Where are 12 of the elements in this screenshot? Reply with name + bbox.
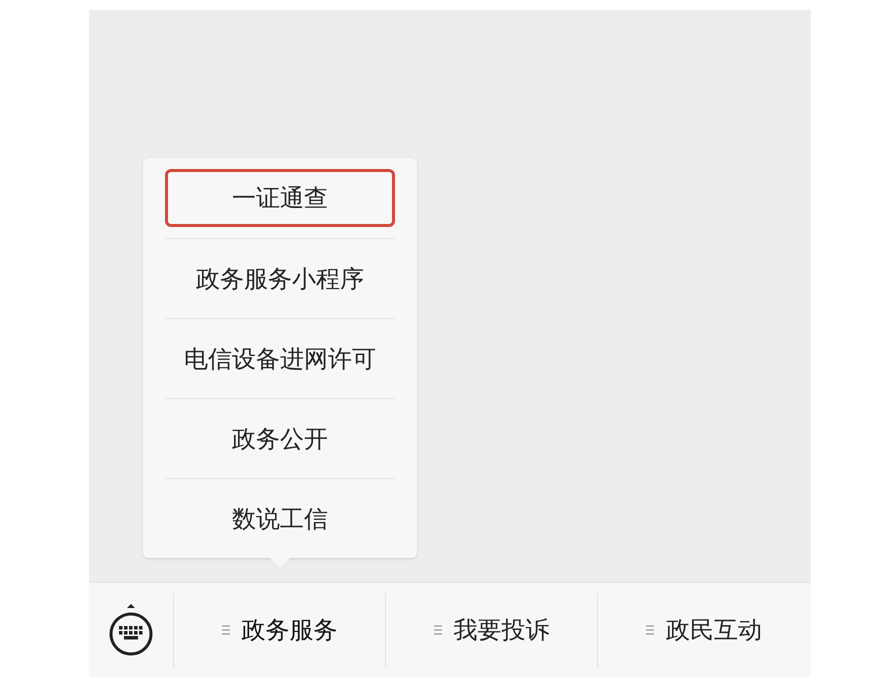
- menu-tab[interactable]: 政民互动: [598, 592, 810, 668]
- menu-tab[interactable]: 我要投诉: [386, 592, 598, 668]
- menu-icon: [646, 625, 654, 635]
- submenu-item[interactable]: 政务公开: [165, 410, 395, 468]
- submenu-item[interactable]: 数说工信: [165, 490, 395, 548]
- menu-icon: [434, 625, 442, 635]
- submenu-item[interactable]: 一证通查: [165, 169, 395, 227]
- menu-tab[interactable]: 政务服务: [174, 592, 386, 668]
- submenu-item[interactable]: 电信设备进网许可: [165, 330, 395, 388]
- submenu-item[interactable]: 政务服务小程序: [165, 250, 395, 308]
- keyboard-icon[interactable]: [108, 603, 154, 657]
- menu-icon: [222, 625, 230, 635]
